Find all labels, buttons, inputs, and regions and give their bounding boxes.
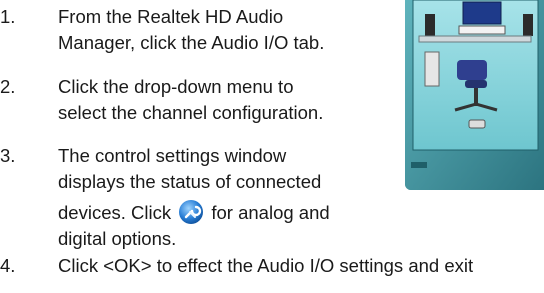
step-text: Click <OK> to effect the Audio I/O setti… xyxy=(58,253,544,279)
step-line: The control settings window xyxy=(58,145,287,166)
step-number: 2. xyxy=(0,76,16,97)
wrench-gear-icon xyxy=(179,200,204,224)
step-line: Click the drop-down menu to xyxy=(58,76,294,97)
step-line: Manager, click the Audio I/O tab. xyxy=(58,32,325,53)
audio-manager-illustration xyxy=(405,0,544,190)
step-number: 1. xyxy=(0,6,16,27)
step-line: displays the status of connected xyxy=(58,171,322,192)
step-line: devices. Click for analog and xyxy=(58,199,368,226)
step-line: digital options. xyxy=(58,228,177,249)
step-number: 4. xyxy=(0,255,16,276)
step-line: From the Realtek HD Audio xyxy=(58,6,284,27)
step-line-part: devices. Click xyxy=(58,202,172,223)
step-text: From the Realtek HD Audio Manager, click… xyxy=(58,4,358,56)
step-number: 3. xyxy=(0,145,16,166)
audio-manager-screenshot xyxy=(405,0,544,190)
step-line: select the channel configuration. xyxy=(58,102,324,123)
step-line-part: for analog and xyxy=(211,202,330,223)
step-text: Click the drop-down menu to select the c… xyxy=(58,74,358,126)
step-line: Click <OK> to effect the Audio I/O setti… xyxy=(58,255,474,276)
step-text: The control settings window displays the… xyxy=(58,143,368,252)
